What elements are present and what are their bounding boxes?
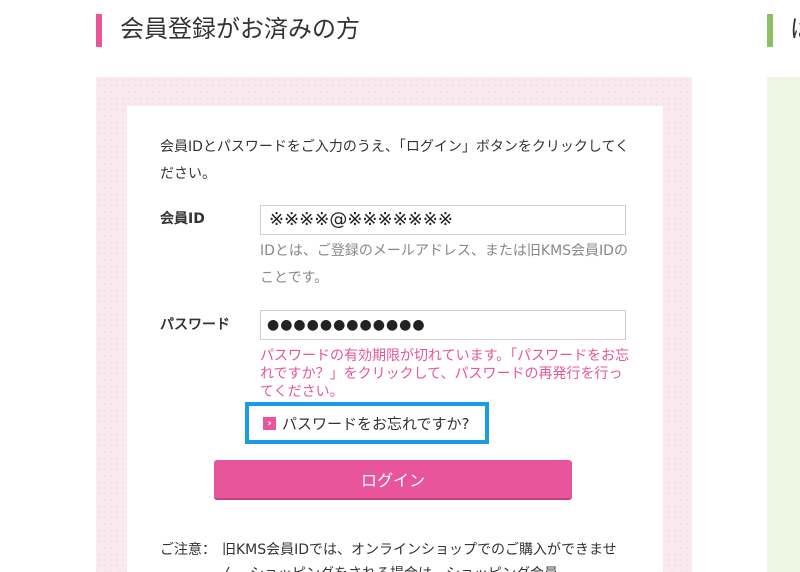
chevron-right-icon: › bbox=[263, 417, 276, 430]
right-heading-accent-bar bbox=[767, 14, 773, 47]
forgot-password-link[interactable]: › パスワードをお忘れですか? bbox=[245, 402, 489, 444]
member-id-label: 会員ID bbox=[160, 211, 205, 227]
forgot-password-label[interactable]: パスワードをお忘れですか? bbox=[282, 414, 470, 434]
password-label: パスワード bbox=[160, 317, 230, 333]
page-title: 会員登録がお済みの方 bbox=[120, 15, 360, 43]
right-panel bbox=[767, 77, 800, 572]
heading-accent-bar bbox=[96, 14, 102, 47]
member-id-hint: IDとは、ご登録のメールアドレス、または旧KMS会員IDのことです。 bbox=[260, 243, 628, 286]
password-input[interactable]: ●●●●●●●●●●●● bbox=[260, 310, 626, 340]
password-expired-error: パスワードの有効期限が切れています。「パスワードをお忘れですか？」をクリックして… bbox=[260, 348, 630, 399]
member-id-input[interactable]: ※※※※@※※※※※※※ bbox=[260, 205, 626, 235]
notice-label: ご注意： bbox=[160, 542, 216, 558]
right-heading-title: は bbox=[790, 12, 800, 46]
notice-text: 旧KMS会員IDでは、オンラインショップでのご購入ができません。ショッピングをさ… bbox=[222, 542, 617, 572]
login-button[interactable]: ログイン bbox=[214, 460, 572, 500]
login-instructions: 会員IDとパスワードをご入力のうえ、「ログイン」ボタンをクリックしてください。 bbox=[160, 139, 630, 182]
